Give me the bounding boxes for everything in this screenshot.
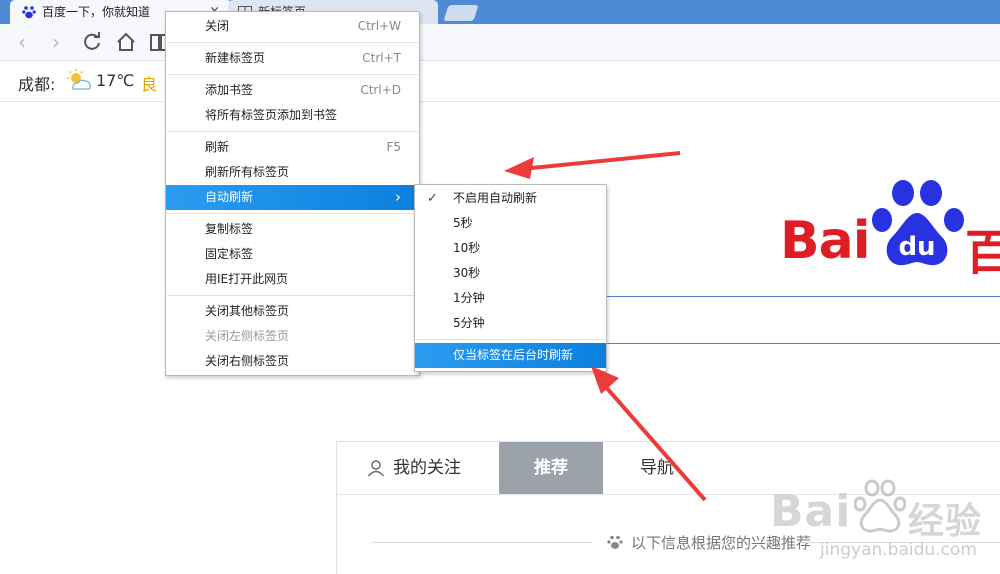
tab-context-menu: 关闭 Ctrl+W 新建标签页 Ctrl+T 添加书签 Ctrl+D 将所有标签… xyxy=(165,11,420,376)
menu-item-close[interactable]: 关闭 Ctrl+W xyxy=(166,14,419,39)
logo-du: du xyxy=(898,232,935,262)
menu-item-label: 关闭左侧标签页 xyxy=(205,329,290,343)
refresh-icon[interactable] xyxy=(80,30,104,54)
city-label: 成都: xyxy=(18,75,56,94)
submenu-item-10s[interactable]: 10秒 xyxy=(415,236,606,261)
menu-item-open-in-ie[interactable]: 用IE打开此网页 xyxy=(166,267,419,292)
baidu-paw-icon: du xyxy=(872,180,964,266)
paw-icon xyxy=(607,535,623,549)
menu-item-refresh-all[interactable]: 刷新所有标签页 xyxy=(166,160,419,185)
divider xyxy=(167,131,418,132)
forward-icon[interactable]: › xyxy=(44,30,68,54)
menu-item-label: 刷新所有标签页 xyxy=(205,165,290,179)
tab-bar: 百度一下，你就知道 × 新标签页 xyxy=(0,0,1000,24)
tab-navigation[interactable]: 导航 xyxy=(603,442,711,494)
menu-item-label: 关闭 xyxy=(205,19,230,33)
divider xyxy=(167,295,418,296)
submenu-item-disable[interactable]: ✓ 不启用自动刷新 xyxy=(415,186,606,211)
menu-item-auto-refresh[interactable]: 自动刷新 › xyxy=(166,185,419,210)
submenu-item-5s[interactable]: 5秒 xyxy=(415,211,606,236)
search-input[interactable] xyxy=(600,296,1000,344)
submenu-item-label: 不启用自动刷新 xyxy=(453,191,538,205)
menu-item-bookmark-all[interactable]: 将所有标签页添加到书签 xyxy=(166,103,419,128)
submenu-item-label: 1分钟 xyxy=(453,291,485,305)
menu-item-new-tab[interactable]: 新建标签页 Ctrl+T xyxy=(166,46,419,71)
menu-item-close-right[interactable]: 关闭右侧标签页 xyxy=(166,349,419,374)
menu-item-label: 添加书签 xyxy=(205,83,254,97)
browser-toolbar: ‹ › xyxy=(0,24,1000,61)
tab-title: 百度一下，你就知道 xyxy=(42,5,151,19)
submenu-item-label: 5分钟 xyxy=(453,316,485,330)
menu-item-close-others[interactable]: 关闭其他标签页 xyxy=(166,299,419,324)
menu-item-pin-tab[interactable]: 固定标签 xyxy=(166,242,419,267)
menu-item-label: 关闭右侧标签页 xyxy=(205,354,290,368)
menu-item-shortcut: Ctrl+T xyxy=(362,51,401,65)
menu-item-duplicate-tab[interactable]: 复制标签 xyxy=(166,217,419,242)
tab-label: 推荐 xyxy=(534,458,568,478)
menu-item-label: 刷新 xyxy=(205,140,230,154)
info-bar: 成都: 17℃ 良 xyxy=(0,61,1000,102)
user-icon xyxy=(367,460,385,477)
baidu-logo: Bai du 百 xyxy=(780,175,1000,281)
menu-item-label: 关闭其他标签页 xyxy=(205,304,290,318)
home-icon[interactable] xyxy=(114,30,138,54)
submenu-item-label: 30秒 xyxy=(453,266,481,280)
check-icon: ✓ xyxy=(427,191,438,206)
submenu-item-label: 5秒 xyxy=(453,216,473,230)
tab-label: 我的关注 xyxy=(393,458,461,478)
menu-item-label: 用IE打开此网页 xyxy=(205,272,289,286)
watermark-suffix: 经验 xyxy=(908,501,983,542)
menu-item-label: 新建标签页 xyxy=(205,51,266,65)
back-icon[interactable]: ‹ xyxy=(10,30,34,54)
baidu-paw-icon xyxy=(22,6,36,19)
menu-item-refresh[interactable]: 刷新 F5 xyxy=(166,135,419,160)
logo-text: Bai xyxy=(780,211,871,271)
menu-item-label: 自动刷新 xyxy=(205,190,254,204)
watermark: Bai 经验 jingyan.baidu.com xyxy=(770,478,1000,573)
divider xyxy=(167,213,418,214)
paw-icon xyxy=(854,479,906,533)
partly-cloudy-icon xyxy=(67,69,91,90)
submenu-item-label: 仅当标签在后台时刷新 xyxy=(453,348,574,362)
submenu-item-label: 10秒 xyxy=(453,241,481,255)
submenu-item-30s[interactable]: 30秒 xyxy=(415,261,606,286)
watermark-url: jingyan.baidu.com xyxy=(820,540,977,560)
auto-refresh-submenu: ✓ 不启用自动刷新 5秒 10秒 30秒 1分钟 5分钟 仅当标签在后台时刷新 xyxy=(414,184,607,372)
menu-item-label: 将所有标签页添加到书签 xyxy=(205,108,338,122)
menu-item-shortcut: Ctrl+D xyxy=(360,83,401,97)
menu-item-add-bookmark[interactable]: 添加书签 Ctrl+D xyxy=(166,78,419,103)
menu-item-label: 固定标签 xyxy=(205,247,254,261)
submenu-item-1min[interactable]: 1分钟 xyxy=(415,286,606,311)
tab-label: 导航 xyxy=(640,458,674,478)
divider xyxy=(416,339,605,340)
menu-item-close-left: 关闭左侧标签页 xyxy=(166,324,419,349)
menu-item-shortcut: Ctrl+W xyxy=(357,19,401,33)
watermark-brand: Bai xyxy=(770,486,852,537)
air-quality-label: 良 xyxy=(141,75,158,94)
submenu-item-background-only[interactable]: 仅当标签在后台时刷新 xyxy=(415,343,606,368)
divider xyxy=(167,42,418,43)
temperature-label: 17℃ xyxy=(96,71,135,90)
new-tab-button[interactable] xyxy=(443,5,479,21)
menu-item-shortcut: F5 xyxy=(386,140,401,154)
divider xyxy=(167,74,418,75)
divider xyxy=(371,542,593,543)
annotation-arrow-icon xyxy=(504,151,681,179)
submenu-arrow-icon: › xyxy=(395,188,401,206)
tab-recommend[interactable]: 推荐 xyxy=(499,442,603,494)
menu-item-label: 复制标签 xyxy=(205,222,254,236)
submenu-item-5min[interactable]: 5分钟 xyxy=(415,311,606,336)
logo-hanzi: 百 xyxy=(965,225,1000,281)
tab-my-follows[interactable]: 我的关注 xyxy=(337,442,497,494)
